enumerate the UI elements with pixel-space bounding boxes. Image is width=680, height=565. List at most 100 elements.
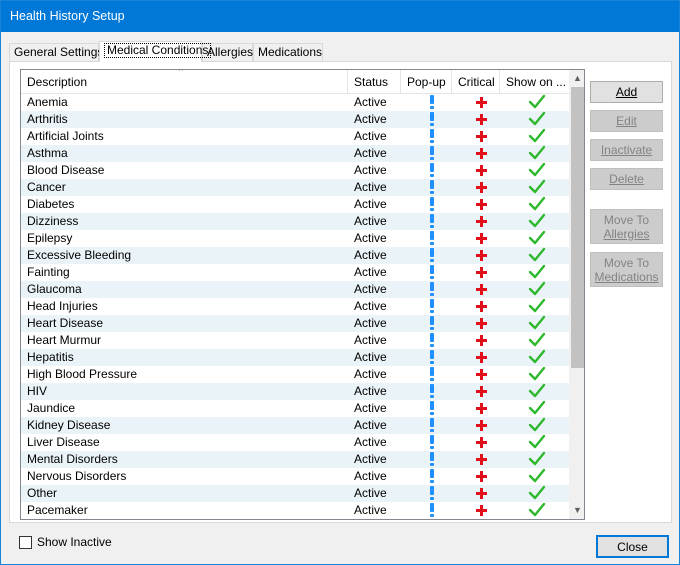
exclamation-icon	[430, 503, 434, 517]
cell-status: Active	[354, 452, 387, 466]
cell-popup	[407, 264, 457, 281]
cell-status: Active	[354, 350, 387, 364]
cell-critical	[458, 230, 505, 247]
exclamation-icon	[430, 316, 434, 330]
cell-critical	[458, 247, 505, 264]
cell-status: Active	[354, 469, 387, 483]
cell-popup	[407, 145, 457, 162]
check-icon	[528, 502, 546, 517]
table-row[interactable]: Liver Disease Active	[21, 434, 569, 451]
check-icon	[528, 281, 546, 296]
tab-label: Allergies	[207, 45, 254, 59]
delete-button[interactable]: Delete	[590, 168, 663, 190]
check-icon	[528, 383, 546, 398]
cell-description: Artificial Joints	[27, 129, 104, 143]
column-header-status[interactable]: Status	[348, 70, 401, 94]
cell-popup	[407, 179, 457, 196]
table-row[interactable]: High Blood Pressure Active	[21, 366, 569, 383]
check-icon	[528, 264, 546, 279]
move-to-allergies-button[interactable]: Move To Allergies	[590, 209, 663, 244]
red-cross-icon	[476, 216, 487, 227]
exclamation-icon	[430, 282, 434, 296]
cell-description: Epilepsy	[27, 231, 73, 245]
table-row[interactable]: Heart Murmur Active	[21, 332, 569, 349]
cell-status: Active	[354, 333, 387, 347]
red-cross-icon	[476, 352, 487, 363]
cell-critical	[458, 366, 505, 383]
exclamation-icon	[430, 248, 434, 262]
cell-show-on	[506, 145, 568, 162]
table-row[interactable]: Artificial Joints Active	[21, 128, 569, 145]
exclamation-icon	[430, 350, 434, 364]
table-row[interactable]: Fainting Active	[21, 264, 569, 281]
cell-popup	[407, 213, 457, 230]
cell-show-on	[506, 366, 568, 383]
cell-popup	[407, 111, 457, 128]
column-header-critical[interactable]: Critical	[452, 70, 500, 94]
scroll-down-arrow-icon[interactable]: ▼	[569, 502, 584, 519]
cell-critical	[458, 400, 505, 417]
cell-description: High Blood Pressure	[27, 367, 138, 381]
cell-critical	[458, 349, 505, 366]
red-cross-icon	[476, 301, 487, 312]
cell-show-on	[506, 332, 568, 349]
conditions-list[interactable]: ⌃ Description Status Pop-up Critical Sho…	[20, 69, 585, 520]
table-row[interactable]: Dizziness Active	[21, 213, 569, 230]
exclamation-icon	[430, 435, 434, 449]
table-row[interactable]: Asthma Active	[21, 145, 569, 162]
close-button[interactable]: Close	[596, 535, 669, 558]
table-row[interactable]: Anemia Active	[21, 94, 569, 111]
table-row[interactable]: Hepatitis Active	[21, 349, 569, 366]
cell-critical	[458, 145, 505, 162]
exclamation-icon	[430, 231, 434, 245]
cell-show-on	[506, 451, 568, 468]
cell-critical	[458, 298, 505, 315]
table-row[interactable]: Other Active	[21, 485, 569, 502]
table-row[interactable]: Heart Disease Active	[21, 315, 569, 332]
table-row[interactable]: Nervous Disorders Active	[21, 468, 569, 485]
table-row[interactable]: Diabetes Active	[21, 196, 569, 213]
vertical-scrollbar[interactable]: ▲ ▼	[569, 70, 584, 519]
cell-show-on	[506, 281, 568, 298]
table-row[interactable]: Jaundice Active	[21, 400, 569, 417]
table-row[interactable]: Cancer Active	[21, 179, 569, 196]
cell-popup	[407, 247, 457, 264]
red-cross-icon	[476, 148, 487, 159]
cell-show-on	[506, 400, 568, 417]
red-cross-icon	[476, 454, 487, 465]
table-row[interactable]: Excessive Bleeding Active	[21, 247, 569, 264]
check-icon	[528, 196, 546, 211]
cell-description: Blood Disease	[27, 163, 105, 177]
sort-up-icon: ⌃	[177, 70, 185, 77]
tab-medical-conditions[interactable]: Medical Conditions	[99, 41, 212, 62]
inactivate-button[interactable]: Inactivate	[590, 139, 663, 161]
red-cross-icon	[476, 505, 487, 516]
check-icon	[528, 298, 546, 313]
table-row[interactable]: HIV Active	[21, 383, 569, 400]
column-header-popup[interactable]: Pop-up	[401, 70, 452, 94]
edit-button[interactable]: Edit	[590, 110, 663, 132]
table-row[interactable]: Glaucoma Active	[21, 281, 569, 298]
table-row[interactable]: Mental Disorders Active	[21, 451, 569, 468]
column-header-description[interactable]: ⌃ Description	[21, 70, 348, 94]
table-row[interactable]: Blood Disease Active	[21, 162, 569, 179]
scrollbar-thumb[interactable]	[571, 87, 584, 368]
tab-general-settings[interactable]: General Settings	[9, 43, 103, 61]
table-row[interactable]: Kidney Disease Active	[21, 417, 569, 434]
cell-critical	[458, 281, 505, 298]
table-rows: Anemia Active Arthritis Active Artificial Jo…	[21, 94, 569, 519]
checkbox-box[interactable]	[19, 536, 32, 549]
title-bar[interactable]: Health History Setup	[1, 1, 679, 32]
scroll-up-arrow-icon[interactable]: ▲	[569, 70, 584, 87]
table-row[interactable]: Arthritis Active	[21, 111, 569, 128]
cell-show-on	[506, 502, 568, 519]
tab-medications[interactable]: Medications	[253, 43, 323, 61]
cell-popup	[407, 349, 457, 366]
move-to-medications-button[interactable]: Move To Medications	[590, 252, 663, 287]
table-row[interactable]: Epilepsy Active	[21, 230, 569, 247]
table-row[interactable]: Pacemaker Active	[21, 502, 569, 519]
column-header-show-on[interactable]: Show on ...	[500, 70, 569, 94]
add-button[interactable]: Add	[590, 81, 663, 103]
table-row[interactable]: Head Injuries Active	[21, 298, 569, 315]
check-icon	[528, 451, 546, 466]
